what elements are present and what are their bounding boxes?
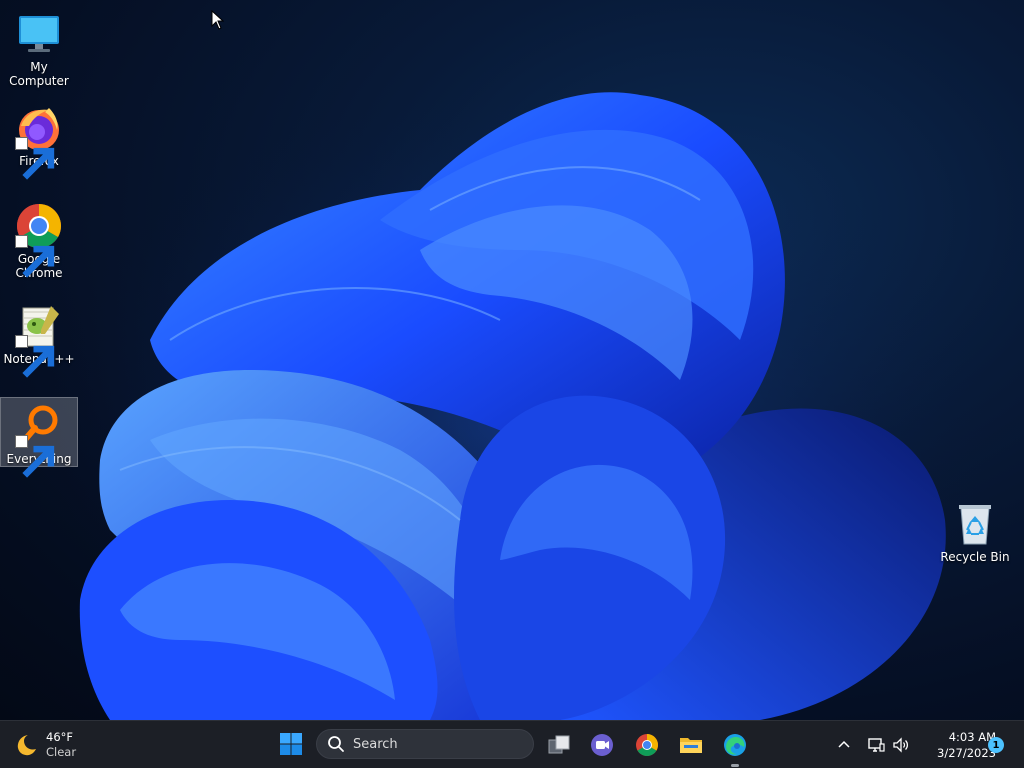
firefox-icon [15,104,63,180]
taskbar-file-explorer[interactable] [675,729,707,761]
search-icon [328,736,344,752]
clock-date: 3/27/2023 [937,746,996,760]
monitor-icon [15,10,63,58]
taskbar-search-box[interactable]: Search [316,729,534,759]
chevron-up-icon [838,740,850,748]
weather-temp: 46°F [46,730,73,744]
start-button[interactable] [276,729,306,759]
search-placeholder: Search [353,736,398,752]
notification-badge[interactable]: 1 [988,737,1004,753]
folder-icon [680,738,702,753]
task-view-icon [548,735,570,754]
desktop-icon-notepad-plus-plus[interactable]: Notepad++ [0,298,78,378]
taskbar-meet[interactable] [586,729,618,761]
shortcut-arrow-icon [15,235,55,278]
desktop-icon-label: Recycle Bin [940,550,1010,564]
clock[interactable]: 4:03 AM 3/27/2023 [918,727,996,763]
shortcut-arrow-icon [15,435,55,478]
moon-icon [17,735,36,756]
chrome-icon [636,734,658,756]
active-indicator [731,764,739,767]
desktop-icon-google-chrome[interactable]: Google Chrome [0,198,78,288]
camera-icon [591,734,613,756]
edge-icon [724,734,746,756]
speaker-icon [893,737,909,753]
network-button[interactable] [864,733,888,757]
desktop-icon-recycle-bin[interactable]: Recycle Bin [936,496,1014,566]
notepad-plus-plus-icon [15,302,63,378]
wallpaper-bloom [50,90,990,720]
desktop-icon-firefox[interactable]: Firefox [0,100,78,180]
desktop-icon-label: My Computer [9,60,69,88]
shortcut-arrow-icon [15,335,55,378]
weather-widget[interactable]: 46°F Clear [12,725,102,765]
desktop[interactable]: My Computer Firefox Google Chrome Notepa… [0,0,1024,720]
magnifier-icon [15,402,63,478]
desktop-icon-everything[interactable]: Everything [0,397,78,478]
taskbar-chrome[interactable] [631,729,663,761]
mouse-cursor-icon [211,10,225,30]
shortcut-arrow-icon [15,137,55,180]
volume-button[interactable] [889,733,913,757]
weather-condition: Clear [46,745,77,759]
network-icon [868,738,885,752]
chrome-icon [15,202,63,278]
taskbar-edge[interactable] [719,729,751,767]
recycle-bin-icon [951,500,999,548]
show-hidden-icons-button[interactable] [832,733,856,757]
taskbar-task-view[interactable] [543,729,575,761]
windows-logo-icon [280,733,302,755]
desktop-icon-my-computer[interactable]: My Computer [0,6,78,88]
taskbar: 46°F Clear Search 4:03 AM 3/27/2023 1 [0,720,1024,768]
